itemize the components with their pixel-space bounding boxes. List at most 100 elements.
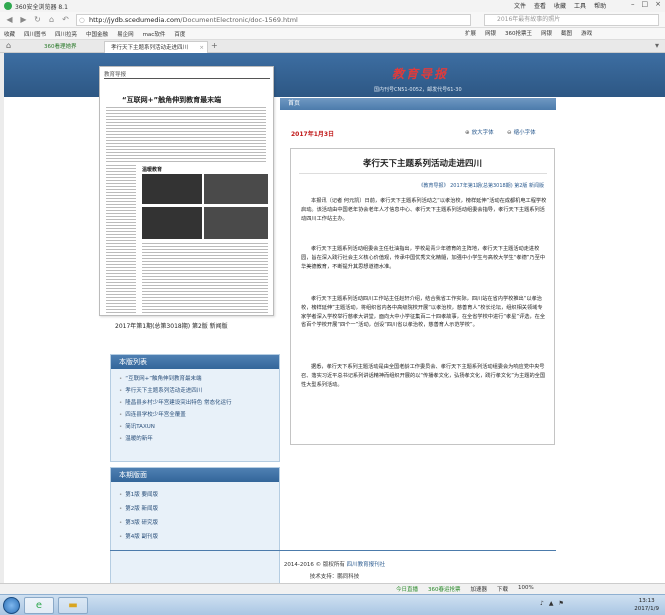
back-icon[interactable]: ◀ [4, 14, 15, 25]
edition-list: • 第1版 要闻版 • 第2版 新闻版 • 第3版 研究版 • 第4版 副刊版 [111, 482, 279, 544]
status-downloads[interactable]: 下载 [497, 585, 508, 593]
start-button[interactable] [3, 597, 20, 614]
list-item[interactable]: • “互联网+”触角伸到教育最末端 [119, 373, 279, 385]
list-item[interactable]: • 第2版 新闻版 [119, 502, 279, 516]
thumbnail-headline: “互联网+”触角伸到教育最末端 [122, 96, 222, 104]
tab-360[interactable]: 360看理她界 [38, 41, 100, 53]
list-item[interactable]: • 第3版 研究版 [119, 516, 279, 530]
footer-support: 技术支持：鹏同科技 [309, 574, 360, 580]
address-toolbar: ◀ ▶ ↻ ⌂ ↶ ○ http://jydb.scedumedia.com/Do… [0, 12, 665, 28]
bookmark-item[interactable]: 中国金融 [86, 30, 108, 38]
home-icon[interactable]: ⌂ [46, 14, 57, 25]
new-tab-icon[interactable]: + [211, 41, 218, 50]
window-controls: – □ × [631, 0, 661, 8]
thumbnail-photo [142, 207, 202, 239]
page-info-icon: ○ [79, 16, 85, 24]
bookmark-item[interactable]: 四川图书 [24, 30, 46, 38]
list-item[interactable]: • 第1版 要闻版 [119, 488, 279, 502]
extensions-button[interactable]: 扩展 [465, 29, 476, 37]
forward-icon[interactable]: ▶ [18, 14, 29, 25]
menu-file[interactable]: 文件 [514, 1, 526, 10]
bookmark-item[interactable]: 百度 [174, 30, 185, 38]
search-input[interactable]: 2016年最有故事的照片 [484, 14, 659, 26]
flag-icon[interactable]: ⚑ [558, 600, 563, 607]
taskbar-folder-icon[interactable]: ▬ [58, 597, 88, 614]
issn-text: 国内刊号CN51-0052，邮发代号61-30 [374, 87, 462, 93]
menu-favorites[interactable]: 收藏 [554, 1, 566, 10]
article-paragraph: 据悉，孝行天下系列主题活动是由全国老龄工作委员会、孝行天下主题系列活动组委会为响… [301, 364, 546, 388]
article-paragraph: 孝行天下主题系列活动组委会主任杜油指出，学校是青少年德育的主阵地，孝行天下主题活… [301, 246, 546, 270]
bookmark-item[interactable]: 四川拉亮 [55, 30, 77, 38]
article-title: 孝行天下主题系列活动走进四川 [362, 159, 482, 169]
menu-tools[interactable]: 工具 [574, 1, 586, 10]
bank-button[interactable]: 网银 [485, 29, 496, 37]
site-logo[interactable]: 教育导报 [392, 65, 448, 82]
thumbnail-photo [204, 207, 268, 239]
close-icon[interactable]: × [655, 0, 661, 8]
menu-view[interactable]: 查看 [534, 1, 546, 10]
panel-title: 本期版面 [111, 468, 279, 482]
taskbar-browser-icon[interactable]: e [24, 597, 54, 614]
article-paragraph: 孝行天下主题系列活动四川工作站主任赵轩介绍，结合我省工作实际，四川站在省内学校推… [301, 296, 546, 329]
list-item[interactable]: • 四连县学校少年宫全覆盖 [119, 409, 279, 421]
list-item[interactable]: • 温暖的新年 [119, 433, 279, 445]
status-live-link[interactable]: 今日直播 [396, 585, 418, 593]
breadcrumb-home[interactable]: 首页 [288, 100, 300, 107]
undo-icon[interactable]: ↶ [60, 14, 71, 25]
taskbar-clock[interactable]: 13:13 2017/1/9 [634, 597, 659, 613]
status-accelerator[interactable]: 加速器 [471, 585, 488, 593]
article-list: • “互联网+”触角伸到教育最末端 • 孝行天下主题系列活动走进四川 • 隆昌县乡村少… [111, 369, 279, 445]
screenshot-button[interactable]: 截图 [561, 29, 572, 37]
window-titlebar: 360安全浏览器 8.1 文件 查看 收藏 工具 帮助 – □ × [0, 0, 665, 12]
refresh-icon[interactable]: ↻ [32, 14, 43, 25]
url-input[interactable]: ○ http://jydb.scedumedia.com/DocumentElec… [76, 14, 471, 26]
network-icon[interactable]: ▲ [549, 600, 554, 607]
games-button[interactable]: 游戏 [581, 29, 592, 37]
bookmark-item[interactable]: 易企网 [117, 30, 134, 38]
divider [299, 173, 547, 174]
newspaper-page-thumbnail[interactable]: 教育导报 “互联网+”触角伸到教育最末端 温暖教育 [99, 66, 274, 316]
breadcrumb: 首页 [280, 98, 556, 110]
article-source[interactable]: 《教育导报》 2017年第1期(总第3018期) 第2版 新闻版 [419, 182, 544, 189]
thumbnail-text-block [106, 107, 266, 162]
list-item[interactable]: • 隆昌县乡村少年宫建设突出特色 常态化运行 [119, 397, 279, 409]
menu-bar: 文件 查看 收藏 工具 帮助 [514, 1, 606, 10]
tab-home-icon[interactable]: ⌂ [6, 41, 11, 50]
article-paragraph: 本报讯（记者 何元凯）日前，孝行天下主题系列活动之“以孝治校，榜样延伸”活动在成… [301, 198, 547, 222]
bookmark-item[interactable]: mac软件 [143, 30, 166, 38]
bookmarks-bar: 收藏 四川图书 四川拉亮 中国金融 易企网 mac软件 百度 扩展 网银 360… [0, 28, 665, 40]
footer-divider [110, 550, 556, 551]
footer-copyright: 2014-2016 © 版权所有 四川教育报刊社 [283, 562, 386, 568]
article-list-panel: 本版列表 • “互联网+”触角伸到教育最末端 • 孝行天下主题系列活动走进四川 • 隆… [110, 354, 280, 462]
bank-button-2[interactable]: 网银 [541, 29, 552, 37]
bookmark-favorites[interactable]: 收藏 [4, 30, 15, 38]
status-ticket-link[interactable]: 360春运抢票 [428, 585, 461, 593]
tab-list-icon[interactable]: ▾ [655, 41, 659, 50]
browser-logo-icon [4, 2, 12, 10]
minimize-icon[interactable]: – [631, 0, 635, 8]
footer-owner-link[interactable]: 四川教育报刊社 [347, 562, 386, 568]
font-decrease-button[interactable]: ⊖ 缩小字体 [507, 128, 536, 136]
toolbar-extensions: 扩展 网银 360抢票王 网银 截图 游戏 [465, 29, 592, 37]
thumbnail-photo [204, 174, 268, 204]
windows-taskbar: e ▬ ♪ ▲ ⚑ 13:13 2017/1/9 [0, 594, 665, 615]
maximize-icon[interactable]: □ [642, 0, 649, 8]
browser-status-bar: 今日直播 360春运抢票 加速器 下载 100% [0, 583, 665, 594]
panel-title: 本版列表 [111, 355, 279, 369]
tab-article[interactable]: 孝行天下主题系列活动走进四川 × [104, 41, 208, 53]
thumbnail-text-column [106, 165, 136, 315]
list-item[interactable]: • 简讯TAXUN [119, 421, 279, 433]
web-page: 教育导报 国内刊号CN51-0052，邮发代号61-30 首页 教育导报 “互联… [4, 53, 665, 583]
thumbnail-photo [142, 174, 202, 204]
system-tray: ♪ ▲ ⚑ [540, 600, 564, 607]
thumbnail-text-block [142, 243, 268, 313]
list-item[interactable]: • 孝行天下主题系列活动走进四川 [119, 385, 279, 397]
list-item[interactable]: • 第4版 副刊版 [119, 530, 279, 544]
zoom-level[interactable]: 100% [518, 585, 534, 593]
volume-icon[interactable]: ♪ [540, 600, 544, 607]
menu-help[interactable]: 帮助 [594, 1, 606, 10]
font-increase-button[interactable]: ⊕ 放大字体 [465, 128, 494, 136]
zoom-in-icon: ⊕ [465, 130, 470, 136]
thumbnail-subheading: 温暖教育 [142, 167, 163, 173]
ticket-button[interactable]: 360抢票王 [505, 29, 532, 37]
